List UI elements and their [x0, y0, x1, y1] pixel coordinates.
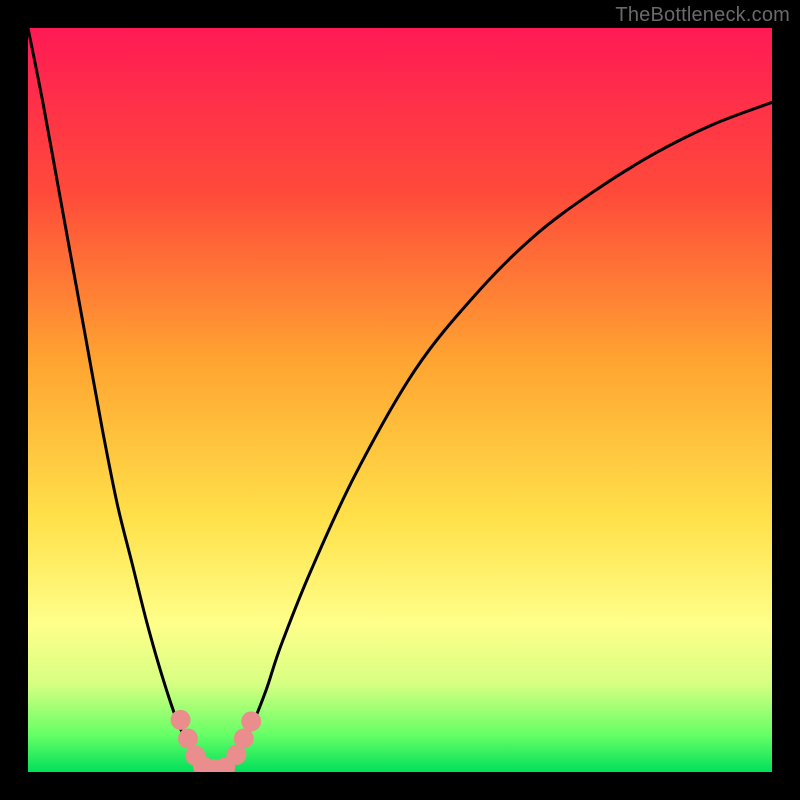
bottleneck-chart: [28, 28, 772, 772]
curve-marker: [234, 729, 254, 749]
curve-marker: [178, 729, 198, 749]
gradient-background: [28, 28, 772, 772]
watermark-text: TheBottleneck.com: [615, 4, 790, 27]
chart-frame: TheBottleneck.com: [0, 0, 800, 800]
curve-marker: [241, 711, 261, 731]
curve-marker: [171, 710, 191, 730]
plot-area: [28, 28, 772, 772]
